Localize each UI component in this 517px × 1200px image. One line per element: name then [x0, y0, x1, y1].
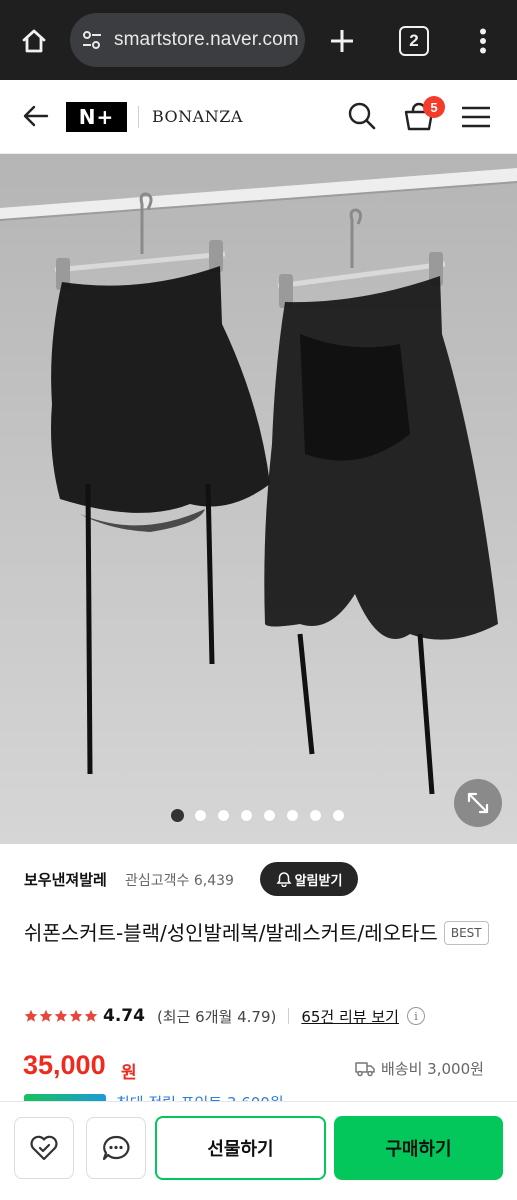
- review-link[interactable]: 65건 리뷰 보기: [301, 1006, 399, 1027]
- truck-icon: [355, 1061, 375, 1076]
- shipping-info[interactable]: 배송비 3,000원: [355, 1058, 484, 1079]
- search-icon[interactable]: [343, 97, 381, 135]
- gift-button[interactable]: 선물하기: [155, 1116, 326, 1180]
- best-badge: BEST: [443, 921, 489, 945]
- gallery-dot[interactable]: [332, 809, 345, 822]
- plus-icon[interactable]: [322, 21, 362, 61]
- star-icon: [69, 1009, 83, 1022]
- alarm-label: 알림받기: [294, 873, 343, 889]
- address-bar[interactable]: smartstore.naver.com: [70, 13, 305, 67]
- wishlist-button[interactable]: [14, 1117, 74, 1179]
- more-vert-icon[interactable]: [466, 21, 500, 61]
- star-icon: [39, 1009, 53, 1022]
- product-photo: [0, 154, 517, 844]
- shipping-fee: 배송비 3,000원: [381, 1060, 484, 1078]
- gallery-dot[interactable]: [171, 809, 184, 822]
- price: 35,000: [23, 1050, 106, 1080]
- store-brand-name[interactable]: BONANZA: [152, 107, 243, 126]
- follower-count: 관심고객수 6,439: [125, 873, 234, 889]
- info-icon[interactable]: i: [406, 1007, 425, 1025]
- header-divider: [138, 106, 139, 128]
- rating-stars: [24, 1009, 98, 1023]
- rating-recent: (최근 6개월 4.79): [156, 1007, 277, 1026]
- arrow-left-icon[interactable]: [16, 97, 54, 135]
- bottom-action-bar: 선물하기 구매하기: [0, 1101, 517, 1200]
- naver-plus-logo[interactable]: N+: [66, 102, 127, 132]
- tune-icon[interactable]: [70, 13, 114, 67]
- star-icon: [24, 1009, 38, 1022]
- gallery-dot[interactable]: [309, 809, 322, 822]
- home-icon[interactable]: [14, 21, 54, 61]
- product-title: 쉬폰스커트-블랙/성인발레복/발레스커트/레오타드: [24, 921, 438, 945]
- star-icon: [54, 1009, 68, 1022]
- hamburger-icon[interactable]: [456, 97, 496, 137]
- store-header: N+ BONANZA: [0, 80, 517, 154]
- star-icon: [84, 1009, 98, 1022]
- rating-row: 4.74 (최근 6개월 4.79) 65건 리뷰 보기 i: [24, 1004, 425, 1028]
- url-text: smartstore.naver.com: [114, 29, 299, 50]
- gallery-dot[interactable]: [194, 809, 207, 822]
- rating-score: 4.74: [103, 1006, 145, 1026]
- gallery-dot[interactable]: [240, 809, 253, 822]
- cart-count-badge: 5: [423, 96, 445, 118]
- product-title-block: 쉬폰스커트-블랙/성인발레복/발레스커트/레오타드 BEST: [24, 916, 494, 950]
- buy-button[interactable]: 구매하기: [334, 1116, 503, 1180]
- browser-toolbar: smartstore.naver.com 2: [0, 0, 517, 80]
- tab-switcher-button[interactable]: 2: [399, 26, 429, 56]
- gallery-dot[interactable]: [286, 809, 299, 822]
- chat-icon: [102, 1135, 130, 1161]
- talktalk-button[interactable]: [86, 1117, 146, 1179]
- gallery-dot[interactable]: [217, 809, 230, 822]
- product-image[interactable]: [0, 154, 517, 844]
- seller-name[interactable]: 보우낸져발레: [24, 869, 107, 890]
- gallery-pagination: [171, 809, 345, 823]
- price-unit: 원: [121, 1063, 137, 1083]
- gallery-dot[interactable]: [263, 809, 276, 822]
- alarm-subscribe-button[interactable]: 알림받기: [260, 862, 358, 896]
- rating-divider: [288, 1008, 290, 1024]
- expand-icon[interactable]: [454, 779, 502, 827]
- heart-icon: [30, 1135, 58, 1161]
- bell-plus-icon: [276, 872, 292, 887]
